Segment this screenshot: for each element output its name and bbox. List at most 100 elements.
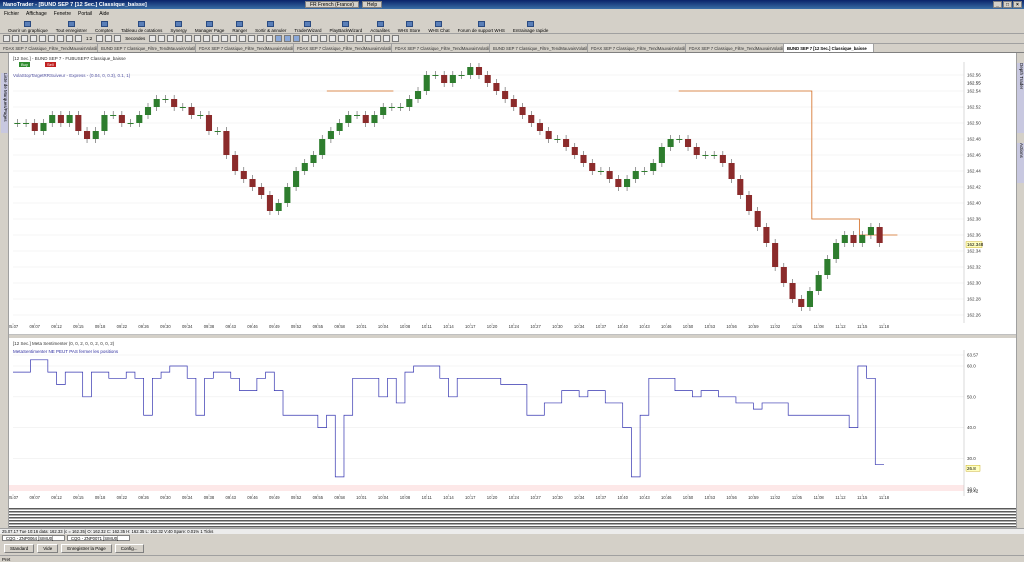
vide-button[interactable]: Vide [37, 543, 59, 553]
chart-tool-icon[interactable] [383, 35, 391, 42]
account-tab-2[interactable]: CQG - ZNP0071 [SIMU0] [67, 534, 130, 541]
chart-tool-icon[interactable] [158, 35, 166, 42]
toolbar-button-11[interactable]: WHS Store [394, 18, 425, 33]
toolbar-button-13[interactable]: Forum de support WHS [454, 18, 509, 33]
maximize-icon[interactable]: □ [1003, 1, 1012, 8]
toolbar-button-10[interactable]: Actualites [366, 18, 394, 33]
actions-tab[interactable]: Actions [1017, 143, 1024, 183]
menu-item-portail[interactable]: Portail [78, 11, 92, 17]
chart-tool-icon[interactable] [3, 35, 10, 42]
page-tab-4[interactable]: FDAX SEP 7 Classique_Filtre_TendMauvaisV… [392, 44, 490, 52]
toolbar-button-5[interactable]: Manager Page [191, 18, 229, 33]
chart-tool-icon[interactable] [149, 35, 157, 42]
chart-tool-icon[interactable] [374, 35, 382, 42]
chart-tool-icon[interactable] [30, 35, 37, 42]
chart-tool-icon[interactable] [392, 35, 400, 42]
toolbar-button-7[interactable]: Sortir & annuler [251, 18, 290, 33]
chart-tool-icon[interactable] [48, 35, 55, 42]
left-panel-label[interactable]: Liste de Marques/Pages [1, 73, 8, 133]
page-tab-7[interactable]: FDAX SEP 7 Classique_Filtre_TendMauvaisV… [686, 44, 784, 52]
chart-tool-icon[interactable] [347, 35, 355, 42]
toolbar-button-2[interactable]: Comptes [91, 18, 117, 33]
page-tab-2[interactable]: FDAX SEP 7 Classique_Filtre_TendMauvaisV… [196, 44, 294, 52]
chart-tool-icon[interactable] [365, 35, 373, 42]
standard-button[interactable]: Standard [4, 543, 35, 553]
page-tab-0[interactable]: FDAX SEP 7 Classique_Filtre_TendMauvaisV… [0, 44, 98, 52]
chart-tool-icon[interactable] [230, 35, 238, 42]
toolbar-button-8[interactable]: TraderWizard [290, 18, 325, 33]
time-tick-label: 11:12 [835, 495, 846, 500]
chart-tool-icon[interactable] [221, 35, 229, 42]
chart-tool-icon[interactable] [75, 35, 82, 42]
toolbar-button-4[interactable]: Synergy [166, 18, 191, 33]
page-tab-8[interactable]: BUND SEP 7 [12 Sec.] Classique_baisse [784, 44, 874, 52]
time-tick-label: 09:46 [247, 495, 258, 500]
chart-tool-icon[interactable] [203, 35, 211, 42]
save-page-button[interactable]: Enregistrer la Page [61, 543, 112, 553]
chart-tool-icon[interactable] [338, 35, 346, 42]
chart-tool-icon[interactable] [12, 35, 19, 42]
chart-tool-icon[interactable] [311, 35, 319, 42]
time-tick-label: 09:38 [204, 495, 215, 500]
chart-tool-icon[interactable] [320, 35, 328, 42]
candle-body [275, 203, 282, 211]
toolbar-button-12[interactable]: WHS Chat [424, 18, 453, 33]
chart-tool-icon[interactable] [257, 35, 265, 42]
chart-tool-icon[interactable] [239, 35, 247, 42]
chart-tool-icon[interactable] [212, 35, 220, 42]
chart-tool-icon[interactable] [114, 35, 122, 42]
chart-tool-icon[interactable] [302, 35, 310, 42]
menu-item-fenetre[interactable]: Fenetre [54, 11, 71, 17]
chart-tool-icon[interactable] [39, 35, 46, 42]
chart-tool-icon[interactable] [96, 35, 104, 42]
buy-button[interactable]: Buy [19, 62, 30, 67]
chart-tool-icon[interactable] [284, 35, 292, 42]
chart-tool-icon[interactable] [57, 35, 64, 42]
depth-trader-tab[interactable]: Depth Trader [1017, 63, 1024, 133]
toolbar-button-9[interactable]: PlayBackWizard [326, 18, 367, 33]
time-tick-label: 09:15 [73, 495, 84, 500]
close-icon[interactable]: × [1013, 1, 1022, 8]
chart-tool-icon[interactable] [293, 35, 301, 42]
chart-tool-icon[interactable] [248, 35, 256, 42]
toolbar-button-label: Synergy [170, 28, 187, 33]
time-tick-label: 10:20 [487, 324, 498, 329]
account-tab-1[interactable]: CQG - ZNP0064 [SIMU0] [2, 534, 65, 541]
page-tab-1[interactable]: BUND SEP 7 Classique_Filtre_TendMauvaisV… [98, 44, 196, 52]
news-icon [376, 21, 384, 27]
config-button[interactable]: Config... [114, 543, 144, 553]
chart-tool-icon[interactable] [329, 35, 337, 42]
candle-body [493, 83, 500, 91]
zoom-level[interactable]: 1:2 [84, 36, 94, 41]
toolbar-button-1[interactable]: Tout enregistrer [52, 18, 91, 33]
chart-tool-icon[interactable] [266, 35, 274, 42]
chart-tool-icon[interactable] [185, 35, 193, 42]
language-selector[interactable]: FR French (France) [305, 1, 359, 8]
menu-item-fichier[interactable]: Fichier [4, 11, 19, 17]
chart-tool-icon[interactable] [66, 35, 73, 42]
top-price-label: 162.55 [967, 81, 981, 86]
menu-item-affichage[interactable]: Affichage [26, 11, 47, 17]
minimize-icon[interactable]: _ [993, 1, 1002, 8]
toolbar-button-3[interactable]: Tableau de cotations [117, 18, 166, 33]
page-tab-5[interactable]: BUND SEP 7 Classique_Filtre_TendMauvaisV… [490, 44, 588, 52]
chart-tool-icon[interactable] [275, 35, 283, 42]
chart-svg[interactable]: 162.56 162.54 162.52 162.50 162.48 162.46 162.… [8, 53, 1016, 528]
help-button[interactable]: Help [361, 1, 383, 8]
chart-tool-icon[interactable] [194, 35, 202, 42]
candle-body [484, 75, 491, 83]
sentiment-tick-label: 50.0 [967, 394, 976, 399]
menu-item-aide[interactable]: Aide [99, 11, 109, 17]
page-tab-3[interactable]: FDAX SEP 7 Classique_Filtre_TendMauvaisV… [294, 44, 392, 52]
period-selector[interactable]: Secondes [123, 36, 147, 41]
toolbar-button-14[interactable]: Entrainage rapide [509, 18, 553, 33]
chart-tool-icon[interactable] [167, 35, 175, 42]
chart-tool-icon[interactable] [356, 35, 364, 42]
chart-tool-icon[interactable] [176, 35, 184, 42]
toolbar-button-6[interactable]: Ranger [228, 18, 251, 33]
chart-tool-icon[interactable] [105, 35, 113, 42]
page-tab-6[interactable]: FDAX SEP 7 Classique_Filtre_TendMauvaisV… [588, 44, 686, 52]
toolbar-button-0[interactable]: Ouvrir un graphique [4, 18, 52, 33]
sell-button[interactable]: Sell [45, 62, 56, 67]
chart-tool-icon[interactable] [21, 35, 28, 42]
